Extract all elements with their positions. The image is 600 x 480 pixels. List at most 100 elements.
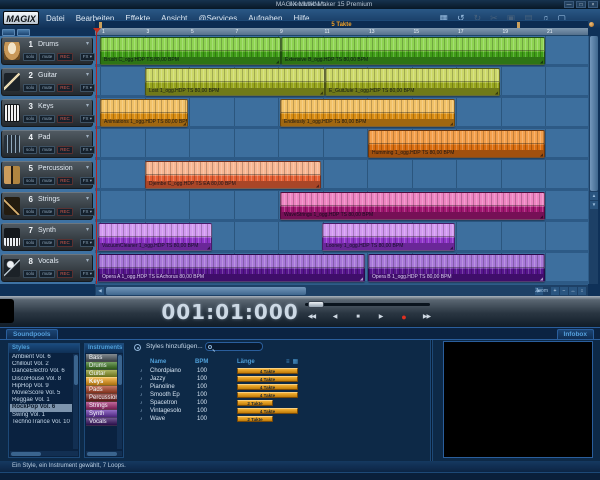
menu-item-datei[interactable]: Datei xyxy=(46,14,65,23)
settings-dot-icon[interactable] xyxy=(589,22,594,27)
clip-brush-c[interactable]: Brush C_ogg.HDP TS 80,00 BPM◢ xyxy=(100,37,281,65)
close-button[interactable]: × xyxy=(588,1,598,8)
fx-button[interactable]: FX ▾ xyxy=(80,146,95,154)
chevron-down-icon[interactable]: ▾ xyxy=(86,71,89,78)
add-styles-button[interactable]: Styles hinzufügen... xyxy=(146,343,203,350)
styles-hscrollbar[interactable] xyxy=(10,451,78,456)
fx-button[interactable]: FX ▾ xyxy=(80,53,95,61)
zoom-in-button[interactable]: + xyxy=(551,287,559,295)
style-item-swing-vol-1[interactable]: Swing Vol. 1 xyxy=(10,412,72,419)
playhead-marker-icon[interactable] xyxy=(93,28,101,33)
loop-length-bar[interactable]: 4 Takte xyxy=(237,392,298,398)
column-header-name[interactable]: Name xyxy=(150,359,166,365)
solo-button[interactable]: solo xyxy=(23,53,37,61)
instrument-item-keys[interactable]: Keys xyxy=(86,378,117,386)
instruments-vscroll-thumb[interactable] xyxy=(118,355,122,385)
seek-slider-thumb[interactable] xyxy=(308,301,324,308)
style-item-rockpop-vol-6[interactable]: RockPop Vol. 6 xyxy=(10,404,72,411)
style-item-moviescore-vol-5[interactable]: MovieScore Vol. 5 xyxy=(10,390,72,397)
record-arm-button[interactable]: REC xyxy=(57,53,73,61)
style-item-danceelectro-vol-6[interactable]: DanceElectro Vol. 6 xyxy=(10,368,72,375)
jump-end-button[interactable]: ▶▶ xyxy=(417,311,436,323)
grid-view-icon-small[interactable]: ▦ xyxy=(293,359,299,366)
instrument-item-synth[interactable]: Synth xyxy=(86,410,117,418)
mute-button[interactable]: mute xyxy=(39,208,55,216)
solo-button[interactable]: solo xyxy=(23,115,37,123)
track-header-synth[interactable]: 7Synth▾solomuteRECFX ▾ xyxy=(1,223,93,251)
style-item-discohouse-vol-8[interactable]: DiscoHouse Vol. 8 xyxy=(10,376,72,383)
zoom-out-button[interactable]: − xyxy=(560,287,568,295)
mute-button[interactable]: mute xyxy=(39,239,55,247)
search-input[interactable] xyxy=(215,343,261,350)
loop-row-wave[interactable]: ♪Wave1002 Takte xyxy=(140,415,302,423)
loop-length-bar[interactable]: 4 Takte xyxy=(237,368,298,374)
record-arm-button[interactable]: REC xyxy=(57,239,73,247)
fx-button[interactable]: FX ▾ xyxy=(80,177,95,185)
instrument-item-strings[interactable]: Strings xyxy=(86,402,117,410)
record-button[interactable]: ● xyxy=(394,311,413,323)
clip-endlessly-1[interactable]: Endlessly 1_ogg.HDP TS 80,00 BPM◢ xyxy=(280,99,455,127)
instruments-vscrollbar[interactable] xyxy=(117,354,122,449)
vertical-scroll-thumb[interactable] xyxy=(590,36,598,191)
record-arm-button[interactable]: REC xyxy=(57,84,73,92)
loop-length-bar[interactable]: 4 Takte xyxy=(237,408,298,414)
clip-looney-1[interactable]: Looney 1_ogg.HDP TS 80,00 BPM◢ xyxy=(322,223,455,251)
loop-row-jazzy[interactable]: ♪Jazzy1004 Takte xyxy=(140,375,302,383)
column-header-bpm[interactable]: BPM xyxy=(195,359,208,365)
horizontal-scrollbar[interactable]: ◀ ▶ Zoom +−↔↕ xyxy=(95,284,588,296)
style-item-hiphop-vol-9[interactable]: HipHop Vol. 9 xyxy=(10,383,72,390)
loop-length-bar[interactable]: 4 Takte xyxy=(237,384,298,390)
solo-button[interactable]: solo xyxy=(23,239,37,247)
mute-button[interactable]: mute xyxy=(39,177,55,185)
solo-button[interactable]: solo xyxy=(23,208,37,216)
loop-length-bar[interactable]: 2 Takte xyxy=(237,400,273,406)
zoom-v-button[interactable]: ↕ xyxy=(578,287,586,295)
clip-lost-1[interactable]: Lost 1_ogg.HDP TS 80,00 BPM◢ xyxy=(145,68,325,96)
vertical-scrollbar[interactable]: ▲ ▼ xyxy=(588,36,598,284)
zoom-h-button[interactable]: ↔ xyxy=(569,287,577,295)
range-bar[interactable]: 5 Takte xyxy=(95,20,588,28)
fx-button[interactable]: FX ▾ xyxy=(80,239,95,247)
clip-vacuumcleaner-1[interactable]: VacuumCleaner 1_ogg.HDP TS 80,00 BPM◢ xyxy=(98,223,212,251)
mute-button[interactable]: mute xyxy=(39,53,55,61)
loop-row-vintagesolo[interactable]: ♪Vintagesolo1004 Takte xyxy=(140,407,302,415)
loop-length-bar[interactable]: 4 Takte xyxy=(237,376,298,382)
record-arm-button[interactable]: REC xyxy=(57,270,73,278)
chevron-down-icon[interactable]: ▾ xyxy=(86,195,89,202)
mute-button[interactable]: mute xyxy=(39,146,55,154)
chevron-down-icon[interactable]: ▾ xyxy=(86,226,89,233)
clip-opera-b-1[interactable]: Opera B 1_ogg.HDP TS 80,00 BPM◢ xyxy=(368,254,545,282)
record-arm-button[interactable]: REC xyxy=(57,146,73,154)
mute-button[interactable]: mute xyxy=(39,270,55,278)
instrument-item-pads[interactable]: Pads xyxy=(86,386,117,394)
track-header-vocals[interactable]: 8Vocals▾solomuteRECFX ▾ xyxy=(1,254,93,282)
track-header-strings[interactable]: 6Strings▾solomuteRECFX ▾ xyxy=(1,192,93,220)
minimize-button[interactable]: — xyxy=(564,1,574,8)
loop-row-spacetron[interactable]: ♪Spacetron1002 Takte xyxy=(140,399,302,407)
track-view-icon[interactable] xyxy=(2,29,15,36)
instrument-item-vocals[interactable]: Vocals xyxy=(86,418,117,426)
clip-wavestrings-1[interactable]: WaveStrings 1_ogg.HDP TS 80,00 BPM◢ xyxy=(280,192,545,220)
style-item-ambient-vol-6[interactable]: Ambient Vol. 6 xyxy=(10,354,72,361)
jump-start-button[interactable]: ◀◀ xyxy=(302,311,321,323)
styles-vscroll-thumb[interactable] xyxy=(74,355,78,385)
grid-view-icon[interactable] xyxy=(17,29,30,36)
loop-row-smooth-ep[interactable]: ♪Smooth Ep1004 Takte xyxy=(140,391,302,399)
style-item-chillout-vol-2[interactable]: Chillout Vol. 2 xyxy=(10,361,72,368)
clip-e[interactable]: E_GuitJule 1_ogg.HDP TS 80,00 BPM◢ xyxy=(325,68,500,96)
play-button[interactable]: ▶ xyxy=(371,311,390,323)
track-header-guitar[interactable]: 2Guitar▾solomuteRECFX ▾ xyxy=(1,68,93,96)
playhead-line[interactable] xyxy=(96,28,97,284)
stop-button[interactable]: ■ xyxy=(348,311,367,323)
loop-row-pianoline[interactable]: ♪Pianoline1004 Takte xyxy=(140,383,302,391)
scroll-down-icon[interactable]: ▼ xyxy=(590,201,598,209)
list-view-icon[interactable]: ≡ xyxy=(286,359,290,366)
chevron-down-icon[interactable]: ▾ xyxy=(86,257,89,264)
instruments-hscroll-thumb[interactable] xyxy=(87,452,117,456)
solo-button[interactable]: solo xyxy=(23,270,37,278)
clip-opera-a-1[interactable]: Opera A 1_ogg.HDP TS EAchorus 80,00 BPM◢ xyxy=(98,254,365,282)
scroll-left-icon[interactable]: ◀ xyxy=(96,287,104,295)
chevron-down-icon[interactable]: ▾ xyxy=(86,133,89,140)
instrument-item-guitar[interactable]: Guitar xyxy=(86,370,117,378)
column-header-laenge[interactable]: Länge xyxy=(237,359,255,365)
